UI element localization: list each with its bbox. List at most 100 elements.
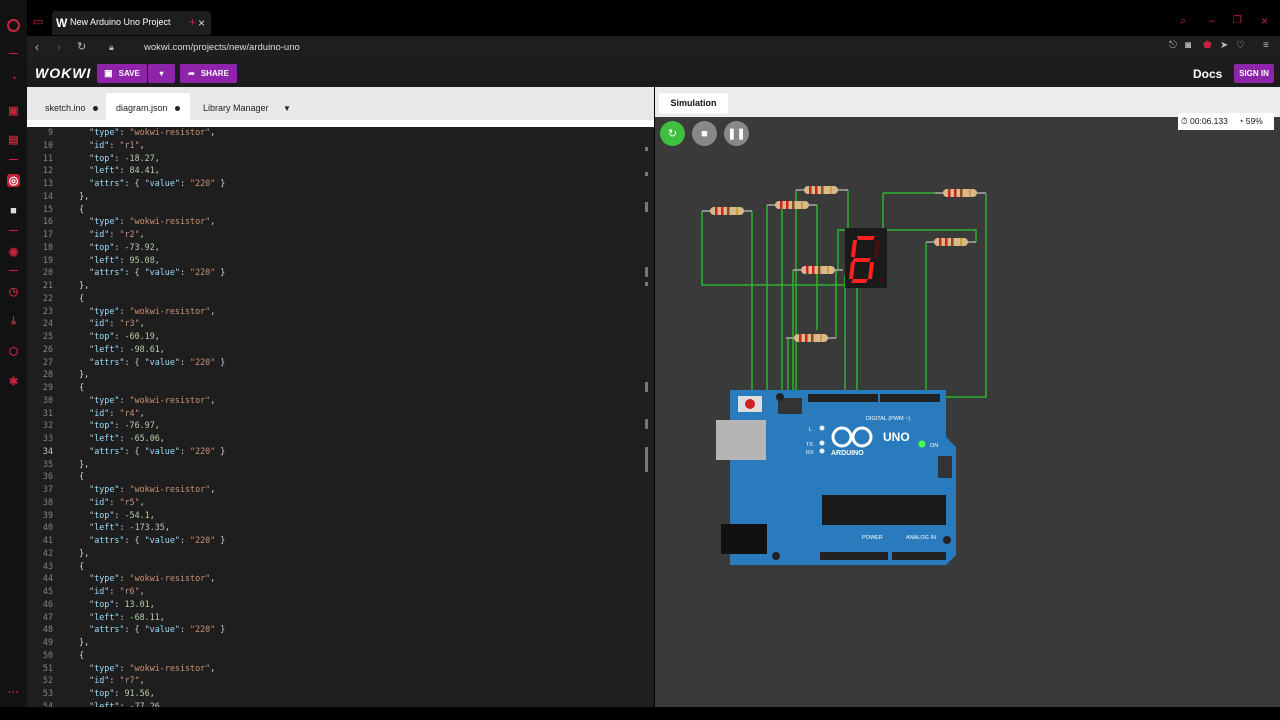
code-line[interactable]: "top": -76.97, [69,420,160,430]
code-line[interactable]: "attrs": { "value": "220" } [69,357,225,367]
browser-tab-active[interactable]: W New Arduino Uno Project × [52,11,211,35]
code-line[interactable]: "id": "r4", [69,408,144,418]
player-icon[interactable]: ◉ [7,245,20,258]
code-line[interactable]: "top": 13.01, [69,599,155,609]
code-line[interactable]: "left": 95.08, [69,255,160,265]
minimize-icon[interactable]: – [1209,15,1215,27]
close-window-icon[interactable]: × [1261,14,1268,28]
code-line[interactable]: "type": "wokwi-resistor", [69,395,215,405]
code-line[interactable]: }, [69,280,89,290]
code-line[interactable]: { [69,204,84,214]
code-line[interactable]: "type": "wokwi-resistor", [69,127,215,137]
reload-icon[interactable]: ↻ [77,40,86,53]
code-line[interactable]: "type": "wokwi-resistor", [69,306,215,316]
code-line[interactable]: "type": "wokwi-resistor", [69,663,215,673]
close-tab-icon[interactable]: × [198,16,205,30]
code-line[interactable]: "attrs": { "value": "220" } [69,267,225,277]
stop-simulation-button[interactable]: ■ [692,121,717,146]
tab-library-manager[interactable]: Library Manager ▼ [203,93,291,120]
code-line[interactable]: { [69,471,84,481]
code-line[interactable]: }, [69,369,89,379]
app-header: WOKWI ▣ SAVE ▾ ➦ SHARE Docs SIGN IN [27,60,1280,87]
downloads-icon[interactable]: ⤓ [7,315,20,328]
tab-sketch-ino[interactable]: sketch.ino [35,93,98,120]
code-line[interactable]: }, [69,191,89,201]
tab-label: Library Manager [203,103,269,113]
wokwi-logo[interactable]: WOKWI [35,65,91,81]
code-line[interactable]: "id": "r6", [69,586,144,596]
code-line[interactable]: "left": -173.35, [69,522,170,532]
code-line[interactable]: "left": -98.61, [69,344,165,354]
camera-icon[interactable]: ◙ [1185,40,1191,51]
back-icon[interactable]: ‹ [35,40,39,54]
dropdown-caret-icon[interactable]: ▼ [283,104,291,113]
search-icon[interactable]: ⌕ [1180,15,1186,28]
code-line[interactable]: "id": "r2", [69,229,144,239]
code-line[interactable]: "top": -73.92, [69,242,160,252]
line-number: 32 [42,420,53,431]
browser-tab-bar: ▭ W New Arduino Uno Project × + ⌕ – ❐ × [27,0,1280,36]
twitch-icon[interactable]: ▤ [7,133,20,146]
line-number: 9 [47,127,53,137]
instagram-icon[interactable]: ◎ [7,174,20,187]
code-line[interactable]: "top": -60.19, [69,331,160,341]
save-options-button[interactable]: ▾ [148,64,175,83]
restart-simulation-button[interactable]: ↻ [660,121,685,146]
code-line[interactable]: "top": 91.56, [69,688,155,698]
sign-in-button[interactable]: SIGN IN [1234,64,1274,83]
code-line[interactable]: "type": "wokwi-resistor", [69,573,215,583]
code-line[interactable]: }, [69,637,89,647]
code-line[interactable]: "id": "r1", [69,140,144,150]
tab-diagram-json[interactable]: diagram.json [106,93,190,120]
code-line[interactable]: "attrs": { "value": "220" } [69,446,225,456]
restore-icon[interactable]: ❐ [1233,15,1242,26]
settings-gear-icon[interactable]: ✱ [7,375,20,388]
code-area[interactable]: 9 "type": "wokwi-resistor", 10 "id": "r1"… [27,127,654,707]
code-line[interactable]: { [69,293,84,303]
editor-top-strip [27,120,654,127]
shopping-bag-icon[interactable]: ▣ [7,104,20,117]
discord-icon[interactable]: ■ [7,204,20,217]
code-line[interactable]: "left": -68.11, [69,612,165,622]
code-line[interactable]: "top": -18.27, [69,153,160,163]
tab-islands-icon[interactable]: ▭ [33,15,43,28]
heart-icon[interactable]: ♡ [1236,40,1245,51]
vpn-shield-icon[interactable]: ⬟ [1203,40,1212,51]
menu-icon[interactable]: ≡ [1263,40,1269,51]
docs-link[interactable]: Docs [1193,67,1222,81]
code-line[interactable]: "id": "r3", [69,318,144,328]
more-icon[interactable]: ··· [7,686,20,699]
save-button[interactable]: ▣ SAVE [97,64,147,83]
snapshot-icon[interactable]: ⎋ [1169,40,1177,51]
line-number: 46 [42,598,53,609]
url-text[interactable]: wokwi.com/projects/new/arduino-uno [144,42,300,53]
speed-dial-icon[interactable]: ◔ [7,72,20,85]
editor-scrollbar[interactable] [643,147,649,477]
tab-simulation[interactable]: Simulation [659,93,728,113]
share-button[interactable]: ➦ SHARE [180,64,237,83]
extensions-icon[interactable]: ⬡ [7,345,20,358]
send-icon[interactable]: ➤ [1220,40,1228,51]
code-line[interactable]: "left": -65.06, [69,433,165,443]
forward-icon[interactable]: › [57,40,61,54]
code-line[interactable]: "id": "r5", [69,497,144,507]
code-line[interactable]: "type": "wokwi-resistor", [69,484,215,494]
code-line[interactable]: { [69,650,84,660]
code-line[interactable]: "id": "r7", [69,675,144,685]
code-line[interactable]: "attrs": { "value": "220" } [69,535,225,545]
code-line[interactable]: "attrs": { "value": "220" } [69,624,225,634]
code-line[interactable]: }, [69,548,89,558]
code-line[interactable]: "top": -54.1, [69,510,155,520]
line-number: 18 [42,241,53,252]
line-number: 44 [42,573,53,584]
code-line[interactable]: "left": 84.41, [69,165,160,175]
code-line[interactable]: "attrs": { "value": "220" } [69,178,225,188]
code-line[interactable]: "type": "wokwi-resistor", [69,216,215,226]
code-line[interactable]: { [69,561,84,571]
history-icon[interactable]: ◷ [7,285,20,298]
pause-simulation-button[interactable]: ❚❚ [724,121,749,146]
code-line[interactable]: }, [69,459,89,469]
new-tab-button[interactable]: + [189,15,196,29]
code-line[interactable]: { [69,382,84,392]
opera-logo-icon[interactable] [7,19,20,32]
